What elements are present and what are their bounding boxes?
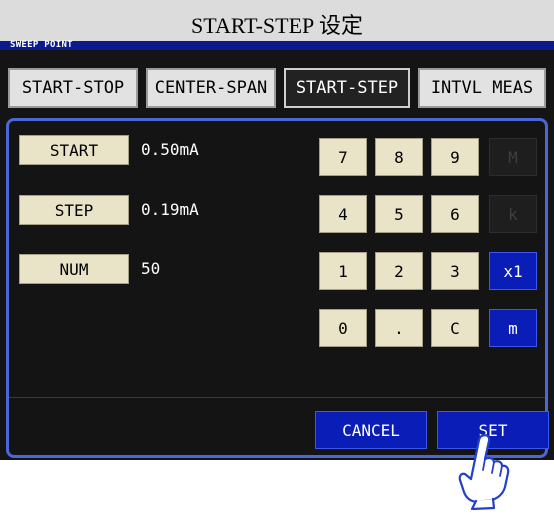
key-unit-kilo[interactable]: k (489, 195, 537, 233)
start-value: 0.50mA (141, 140, 199, 159)
section-label: SWEEP POINT (10, 40, 73, 50)
instrument-screen: START-STOP CENTER-SPAN START-STEP INTVL … (0, 50, 554, 460)
key-unit-x1[interactable]: x1 (489, 252, 537, 290)
settings-panel: START 0.50mA STEP 0.19mA NUM 50 7 8 9 M … (6, 118, 549, 458)
step-button[interactable]: STEP (19, 195, 129, 225)
key-decimal[interactable]: . (375, 309, 423, 347)
key-5[interactable]: 5 (375, 195, 423, 233)
key-9[interactable]: 9 (431, 138, 479, 176)
key-4[interactable]: 4 (319, 195, 367, 233)
key-clear[interactable]: C (431, 309, 479, 347)
title-bar: START-STEP 设定 SWEEP POINT (0, 0, 554, 50)
key-8[interactable]: 8 (375, 138, 423, 176)
key-6[interactable]: 6 (431, 195, 479, 233)
key-3[interactable]: 3 (431, 252, 479, 290)
key-1[interactable]: 1 (319, 252, 367, 290)
key-7[interactable]: 7 (319, 138, 367, 176)
key-unit-mega[interactable]: M (489, 138, 537, 176)
start-button[interactable]: START (19, 135, 129, 165)
tab-start-step[interactable]: START-STEP (284, 68, 410, 108)
tab-intvl-meas[interactable]: INTVL MEAS (418, 68, 546, 108)
key-2[interactable]: 2 (375, 252, 423, 290)
step-value: 0.19mA (141, 200, 199, 219)
header-stripe (0, 41, 554, 50)
page-title: START-STEP 设定 (191, 13, 363, 38)
key-0[interactable]: 0 (319, 309, 367, 347)
pointing-hand-icon (458, 434, 510, 510)
key-unit-milli[interactable]: m (489, 309, 537, 347)
cancel-button[interactable]: CANCEL (315, 411, 427, 449)
num-button[interactable]: NUM (19, 254, 129, 284)
tab-center-span[interactable]: CENTER-SPAN (146, 68, 276, 108)
tab-start-stop[interactable]: START-STOP (8, 68, 138, 108)
num-value: 50 (141, 259, 161, 278)
panel-divider (9, 397, 545, 398)
